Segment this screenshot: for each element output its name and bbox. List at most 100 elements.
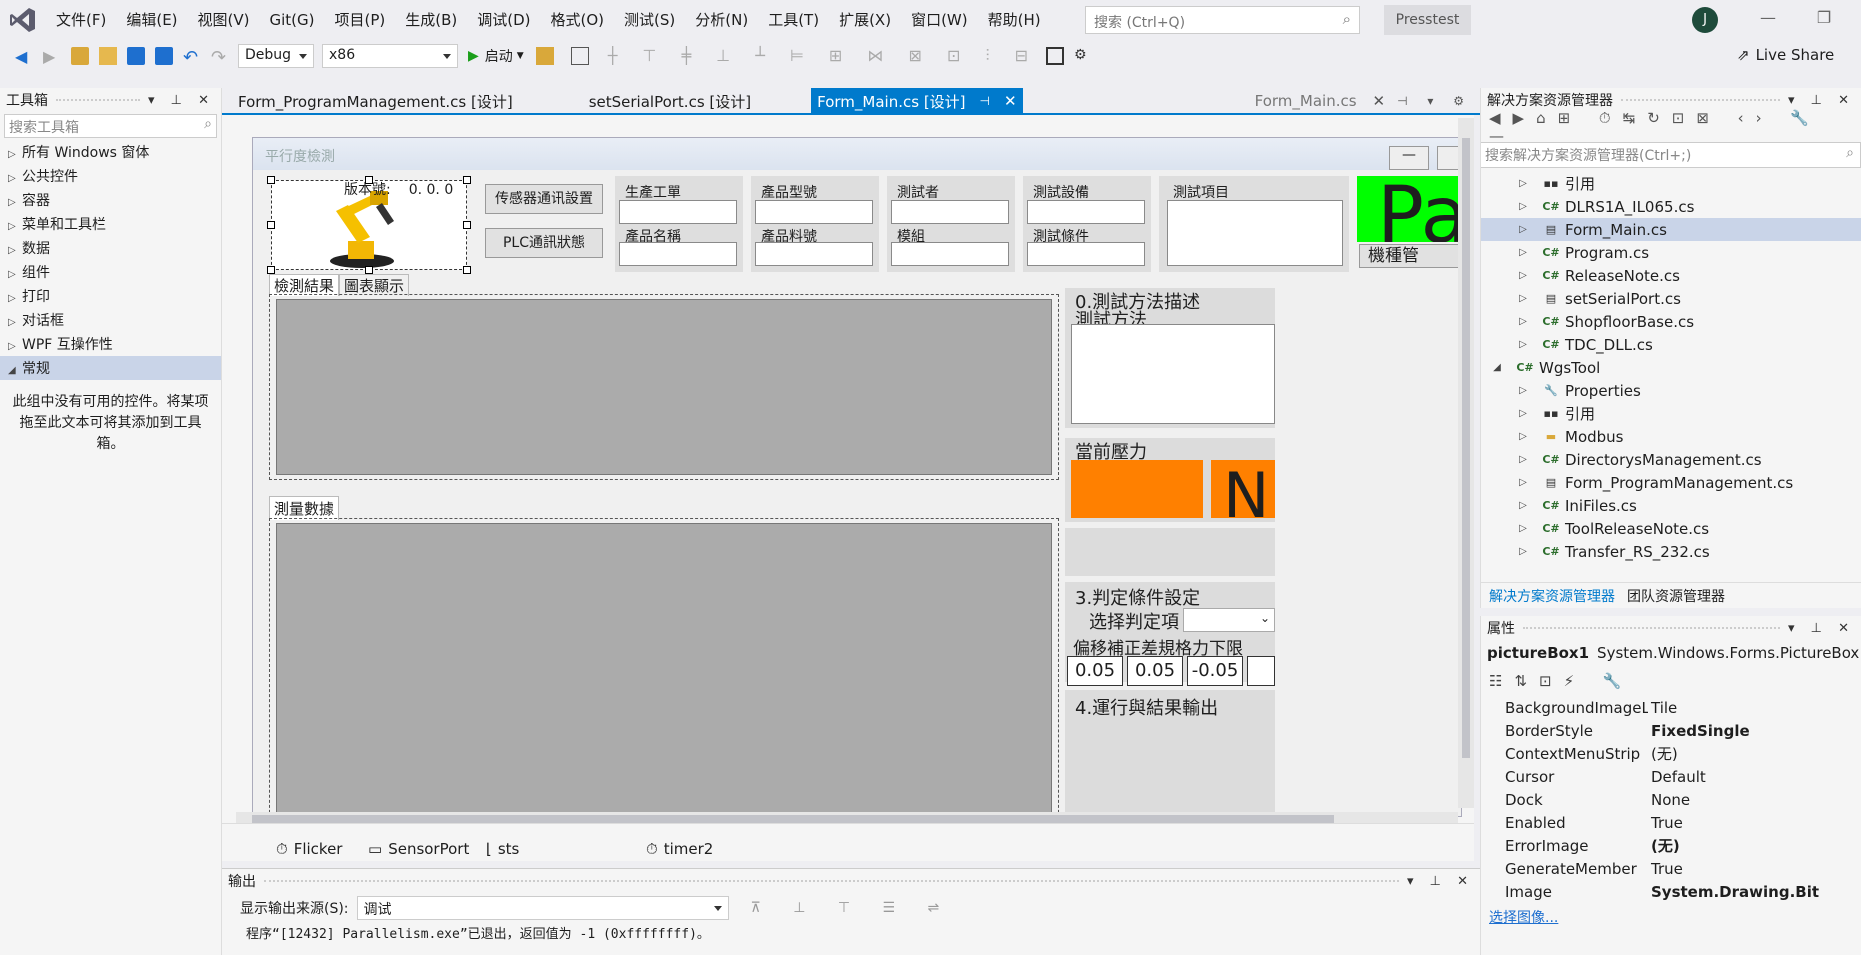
- plc-status-button[interactable]: PLC通訊狀態: [485, 228, 603, 258]
- force-lower-value-input[interactable]: -0.05: [1187, 656, 1243, 686]
- collapsed-arrow-icon[interactable]: ▷: [8, 341, 22, 352]
- property-row[interactable]: BackgroundImageLaycTile: [1481, 696, 1861, 719]
- toolbox-category[interactable]: ▷ 容器: [0, 188, 221, 212]
- toolbox-category[interactable]: ▷ 对话框: [0, 308, 221, 332]
- close-icon[interactable]: ✕: [1373, 92, 1386, 110]
- tab-chart-display[interactable]: 圖表顯示: [339, 274, 410, 296]
- format-icon[interactable]: [535, 47, 554, 65]
- close-icon[interactable]: ✕: [1004, 92, 1017, 110]
- result-grid[interactable]: [276, 299, 1052, 475]
- undo-icon[interactable]: ↶: [183, 47, 201, 68]
- sensor-settings-button[interactable]: 传感器通讯設置: [485, 184, 603, 214]
- solution-tree-item[interactable]: ▷ ▤ setSerialPort.cs: [1481, 287, 1861, 310]
- solution-tree-item[interactable]: ▷ C# ToolReleaseNote.cs: [1481, 517, 1861, 540]
- forward-icon[interactable]: ▶: [43, 47, 61, 66]
- properties-toolbar[interactable]: ☷⇅⊡⚡ 🔧: [1481, 666, 1861, 696]
- platform-select[interactable]: x86: [322, 44, 458, 68]
- property-value[interactable]: None: [1648, 791, 1690, 809]
- minimize-icon[interactable]: —: [1754, 8, 1782, 32]
- solution-tree-item[interactable]: ▷ ▤ Form_ProgramManagement.cs: [1481, 471, 1861, 494]
- property-row[interactable]: GenerateMember True: [1481, 857, 1861, 880]
- property-value[interactable]: Default: [1648, 768, 1706, 786]
- menu-item[interactable]: 扩展(X): [829, 0, 901, 40]
- toolbox-category[interactable]: ▷ 打印: [0, 284, 221, 308]
- collapsed-arrow-icon[interactable]: ▷: [1515, 201, 1531, 212]
- menu-item[interactable]: Git(G): [260, 0, 325, 40]
- collapsed-arrow-icon[interactable]: ▷: [1515, 523, 1531, 534]
- property-row[interactable]: ContextMenuStrip (无): [1481, 742, 1861, 765]
- collapsed-arrow-icon[interactable]: ▷: [1515, 431, 1531, 442]
- back-icon[interactable]: ◀: [15, 47, 33, 66]
- toolbox-category[interactable]: ◢ 常规: [0, 356, 221, 380]
- config-select[interactable]: Debug: [238, 44, 314, 68]
- toolbox-category[interactable]: ▷ 菜单和工具栏: [0, 212, 221, 236]
- property-value[interactable]: True: [1648, 814, 1683, 832]
- tray-sensorport[interactable]: ▭ SensorPort: [368, 840, 469, 858]
- measure-grid[interactable]: [276, 523, 1052, 816]
- property-row[interactable]: Enabled True: [1481, 811, 1861, 834]
- panel-pin-close-icons[interactable]: ▾ ⊥ ✕: [1788, 93, 1855, 108]
- collapsed-arrow-icon[interactable]: ▷: [1515, 454, 1531, 465]
- property-value[interactable]: Tile: [1648, 699, 1677, 717]
- menu-item[interactable]: 编辑(E): [116, 0, 187, 40]
- avatar[interactable]: J: [1692, 7, 1718, 33]
- solution-explorer-search-input[interactable]: 搜索解决方案资源管理器(Ctrl+;) ⌕: [1481, 142, 1861, 168]
- collapsed-arrow-icon[interactable]: ▷: [8, 245, 22, 256]
- test-equipment-input[interactable]: [1027, 200, 1145, 224]
- tester-input[interactable]: [891, 200, 1009, 224]
- property-value[interactable]: (无): [1648, 835, 1680, 856]
- collapsed-arrow-icon[interactable]: ▷: [1515, 500, 1531, 511]
- pin-icon[interactable]: ⊣: [980, 94, 990, 108]
- part-number-input[interactable]: [755, 242, 873, 266]
- model-management-button[interactable]: 機種管: [1359, 244, 1461, 268]
- solution-tree-item[interactable]: ▷ C# ShopfloorBase.cs: [1481, 310, 1861, 333]
- collapsed-arrow-icon[interactable]: ▷: [8, 221, 22, 232]
- restore-icon[interactable]: ❐: [1810, 8, 1838, 32]
- collapsed-arrow-icon[interactable]: ▷: [1515, 316, 1531, 327]
- toolbox-search-input[interactable]: 搜索工具箱 ⌕: [4, 114, 217, 138]
- collapsed-arrow-icon[interactable]: ▷: [1515, 178, 1531, 189]
- collapsed-arrow-icon[interactable]: ▷: [8, 197, 22, 208]
- tab-order-icon[interactable]: [1045, 47, 1064, 65]
- property-value[interactable]: (无): [1648, 743, 1678, 764]
- menu-item[interactable]: 项目(P): [325, 0, 396, 40]
- test-item-textarea[interactable]: [1167, 200, 1343, 266]
- open-folder-icon[interactable]: [99, 47, 117, 65]
- property-row[interactable]: Dock None: [1481, 788, 1861, 811]
- solution-tree-item[interactable]: ▷ C# Transfer_RS_232.cs: [1481, 540, 1861, 563]
- module-input[interactable]: [891, 242, 1009, 266]
- solution-tree-item[interactable]: ▷ C# DirectorysManagement.cs: [1481, 448, 1861, 471]
- live-share-button[interactable]: ⇗ Live Share: [1737, 46, 1834, 64]
- form-main-window[interactable]: 平行度檢測 — 版本號: 0. 0. 0 传感器通讯設置 PLC通訊狀態 生產工單…: [252, 137, 1462, 817]
- solution-tree-item[interactable]: ◢ C# WgsTool: [1481, 356, 1861, 379]
- collapsed-arrow-icon[interactable]: ▷: [1515, 385, 1531, 396]
- collapsed-arrow-icon[interactable]: ▷: [1515, 224, 1531, 235]
- property-row[interactable]: Cursor Default: [1481, 765, 1861, 788]
- collapsed-arrow-icon[interactable]: ▷: [1515, 270, 1531, 281]
- lock-controls-icon[interactable]: ⚙: [1074, 47, 1092, 65]
- choose-image-link[interactable]: 选择图像...: [1481, 903, 1861, 927]
- toolbox-category[interactable]: ▷ WPF 互操作性: [0, 332, 221, 356]
- solution-tree-item[interactable]: ▷ ▪▪ 引用: [1481, 172, 1861, 195]
- menu-item[interactable]: 格式(O): [541, 0, 615, 40]
- tab-list-icons[interactable]: ⊣ ▾ ⚙: [1397, 94, 1472, 108]
- product-name-input[interactable]: [619, 242, 737, 266]
- toolbox-category[interactable]: ▷ 公共控件: [0, 164, 221, 188]
- collapsed-arrow-icon[interactable]: ▷: [8, 293, 22, 304]
- collapsed-arrow-icon[interactable]: ▷: [8, 173, 22, 184]
- product-model-input[interactable]: [755, 200, 873, 224]
- solution-explorer-toolbar[interactable]: ◀▶⌂⊞ ⏱↹↻⊡⊠ ‹› 🔧 —: [1481, 109, 1861, 145]
- tray-flicker[interactable]: ⏱ Flicker: [276, 840, 342, 858]
- panel-pin-close-icons[interactable]: ▾ ⊥ ✕: [1407, 874, 1474, 889]
- redo-icon[interactable]: ↷: [211, 47, 229, 68]
- solution-tree-item[interactable]: ▷ ▬ Modbus: [1481, 425, 1861, 448]
- panel-pin-close-icons[interactable]: ▾ ⊥ ✕: [148, 93, 215, 108]
- save-icon[interactable]: [127, 47, 145, 65]
- solution-name-badge[interactable]: Presstest: [1384, 5, 1471, 35]
- collapsed-arrow-icon[interactable]: ▷: [1515, 339, 1531, 350]
- menu-item[interactable]: 视图(V): [188, 0, 260, 40]
- tray-sts[interactable]: ⌊ sts: [486, 840, 519, 858]
- menu-item[interactable]: 文件(F): [46, 0, 116, 40]
- solution-tree-item[interactable]: ▷ C# IniFiles.cs: [1481, 494, 1861, 517]
- test-method-textbox[interactable]: [1071, 324, 1275, 424]
